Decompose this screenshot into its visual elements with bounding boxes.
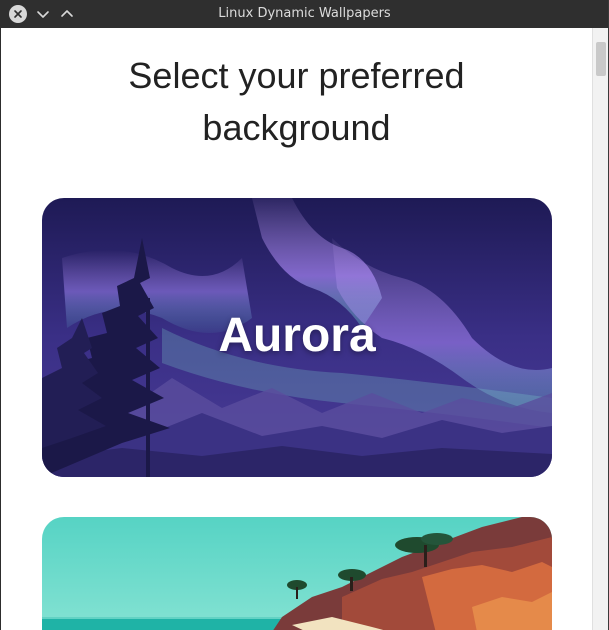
- main-content: Select your preferred background Aurora: [1, 28, 592, 630]
- page-title: Select your preferred background: [1, 50, 592, 154]
- app-window: Linux Dynamic Wallpapers Select your pre…: [0, 0, 609, 630]
- wallpaper-card-aurora[interactable]: Aurora: [42, 198, 552, 477]
- wallpaper-card-beach[interactable]: [42, 517, 552, 630]
- wallpaper-label-aurora: Aurora: [218, 309, 376, 362]
- beach-preview-image: [42, 517, 552, 630]
- page-title-line1: Select your preferred: [128, 55, 465, 96]
- titlebar[interactable]: Linux Dynamic Wallpapers: [0, 0, 609, 28]
- page-title-line2: background: [202, 107, 391, 148]
- window-title: Linux Dynamic Wallpapers: [218, 6, 391, 21]
- scrollbar-thumb[interactable]: [596, 42, 606, 76]
- vertical-scrollbar[interactable]: [592, 28, 608, 630]
